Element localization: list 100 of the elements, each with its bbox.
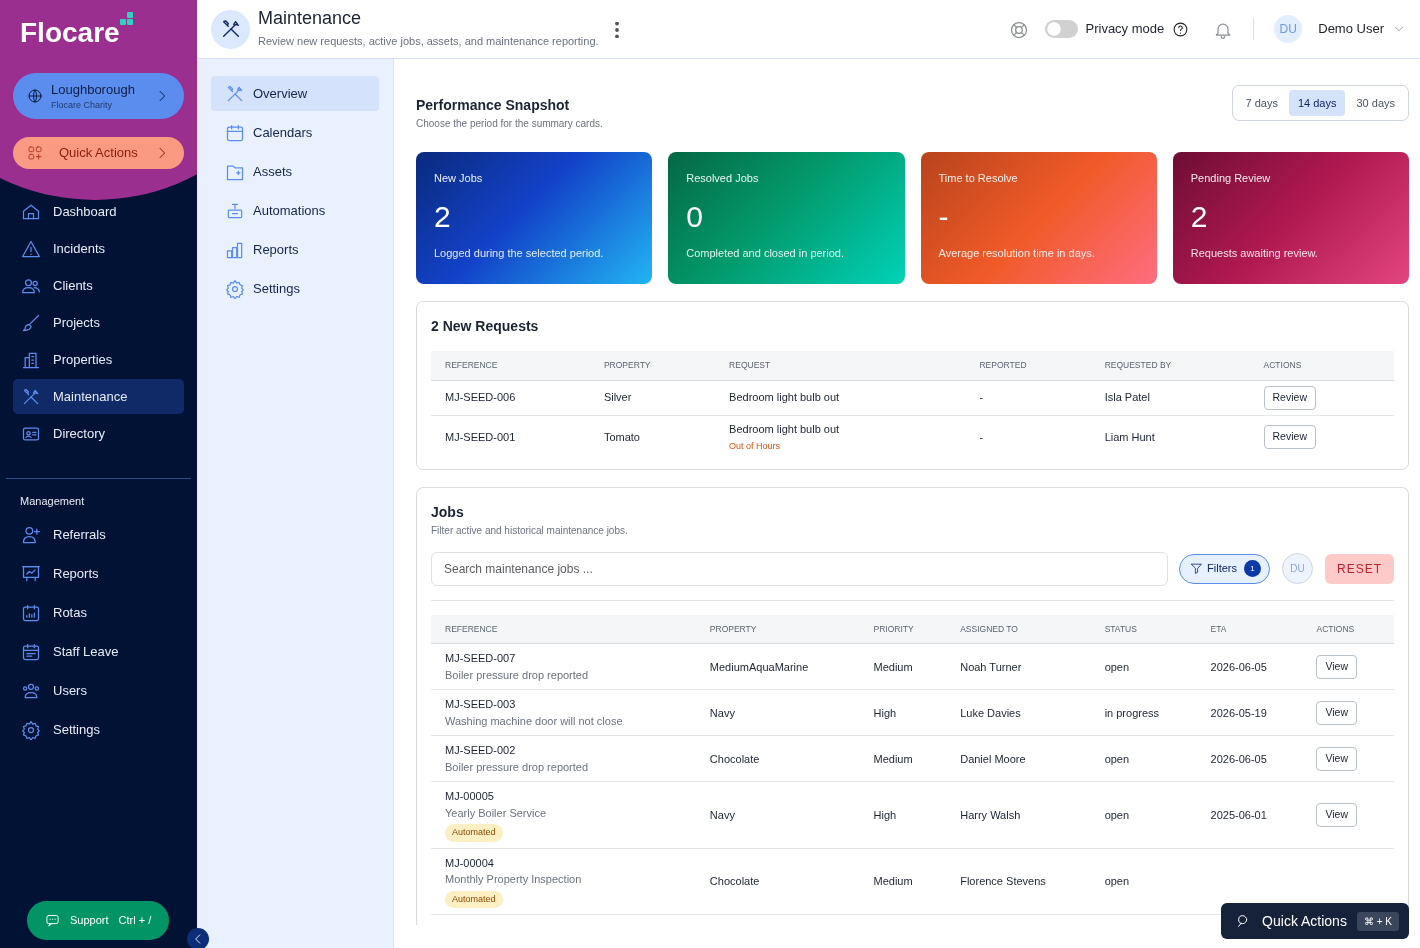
review-button[interactable]: Review [1263, 425, 1316, 449]
sub-nav-item[interactable]: Assets [211, 154, 379, 189]
table-cell: 2026-06-05 [1196, 643, 1303, 690]
organisation-switcher[interactable]: Loughborough Flocare Charity [13, 73, 184, 119]
column-header: REFERENCE [431, 351, 590, 381]
review-button[interactable]: Review [1263, 385, 1316, 410]
stat-title: Pending Review [1190, 171, 1272, 186]
view-button[interactable]: View [1316, 803, 1358, 827]
table-cell: Florence Stevens [946, 848, 1091, 915]
table-cell: 2026-05-19 [1196, 689, 1303, 736]
view-button[interactable]: View [1316, 700, 1358, 725]
section-subtitle: Choose the period for the summary cards. [416, 117, 604, 131]
column-header: ACTIONS [1302, 614, 1394, 644]
sidebar-nav-item[interactable]: Clients [13, 268, 184, 303]
sidebar-nav-item[interactable]: Properties [13, 342, 184, 377]
organisation-name: Loughborough [51, 80, 136, 99]
sidebar-nav-item[interactable]: Projects [13, 305, 184, 340]
job-reference: MJ-SEED-007 [445, 651, 517, 667]
quick-actions-button[interactable]: Quick Actions [13, 137, 184, 169]
stat-value: 2 [1190, 198, 1209, 235]
sidebar-nav-item[interactable]: Directory [13, 416, 184, 451]
job-description: Washing machine door will not close [445, 713, 624, 729]
table-cell: MJ-SEED-006 [431, 380, 590, 415]
job-description: Boiler pressure drop reported [445, 759, 590, 775]
period-option[interactable]: 30 days [1347, 89, 1404, 117]
stat-value: - [938, 198, 950, 235]
privacy-mode-label: Privacy mode [1085, 20, 1165, 39]
filters-button[interactable]: Filters 1 [1179, 553, 1270, 584]
column-header: PROPERTY [589, 351, 716, 381]
stat-value: 0 [686, 198, 704, 235]
sidebar-nav-item[interactable]: Rotas [13, 595, 184, 631]
organisation-subtitle: Flocare Charity [51, 99, 114, 112]
sidebar-nav-item[interactable]: Maintenance [13, 379, 184, 414]
keyboard-shortcut: ⌘ + K [1356, 911, 1399, 931]
sidebar-nav-item[interactable]: Incidents [13, 231, 184, 266]
out-of-hours-tag: Out of Hours [729, 440, 952, 454]
stat-title: New Jobs [434, 171, 484, 186]
page-subtitle: Review new requests, active jobs, assets, and maintenance reporting. [258, 34, 599, 50]
table-cell: Tomato [589, 415, 716, 459]
automated-badge: Automated [445, 890, 503, 909]
table-cell: open [1090, 643, 1197, 690]
sidebar-nav-item[interactable]: Reports [13, 556, 184, 592]
filter-count-badge: 1 [1244, 560, 1261, 577]
sub-nav-item[interactable]: Settings [211, 271, 379, 306]
card-title: 2 New Requests [431, 317, 540, 336]
sub-nav-item[interactable]: Calendars [211, 115, 379, 150]
section-heading: Management [20, 494, 86, 509]
job-description: Yearly Boiler Service [445, 805, 548, 821]
stat-value: 2 [434, 198, 452, 235]
table-cell: High [859, 689, 947, 736]
table-cell: - [965, 415, 1091, 459]
sidebar-nav-item[interactable]: Referrals [13, 517, 184, 553]
table-cell: open [1090, 735, 1197, 782]
stat-caption: Logged during the selected period. [434, 245, 605, 261]
user-avatar: DU [1274, 15, 1303, 43]
column-header: REQUESTED BY [1090, 351, 1250, 381]
table-cell: Noah Turner [946, 643, 1091, 690]
table-cell: High [859, 781, 947, 849]
table-cell: in progress [1090, 689, 1197, 736]
search-field[interactable]: Search maintenance jobs ... [431, 551, 1169, 586]
request-text: Bedroom light bulb out [729, 390, 841, 406]
job-reference: MJ-00004 [445, 855, 495, 871]
view-button[interactable]: View [1316, 654, 1358, 679]
reset-button[interactable]: RESET [1325, 553, 1394, 584]
sub-nav-item[interactable]: Reports [211, 232, 379, 267]
period-option[interactable]: 14 days [1288, 89, 1346, 117]
job-reference: MJ-00005 [445, 789, 495, 805]
sidebar-nav-item[interactable]: Users [13, 673, 184, 709]
card-subtitle: Filter active and historical maintenance jobs. [431, 523, 629, 538]
table-cell: Medium [859, 643, 947, 690]
column-header: ACTIONS [1249, 351, 1394, 381]
table-cell: Liam Hunt [1090, 415, 1250, 459]
section-title: Performance Snapshot [416, 96, 571, 115]
table-cell: Navy [695, 781, 860, 849]
period-option[interactable]: 7 days [1236, 89, 1287, 117]
support-button[interactable]: Support Ctrl + / [27, 901, 170, 940]
table-cell: Isla Patel [1090, 380, 1250, 415]
sidebar-nav-item[interactable]: Dashboard [13, 194, 184, 229]
stat-caption: Completed and closed in period. [686, 245, 845, 261]
view-button[interactable]: View [1316, 746, 1358, 771]
sidebar-nav-item[interactable]: Staff Leave [13, 634, 184, 670]
sub-nav-item[interactable]: Automations [211, 193, 379, 228]
sub-nav-item[interactable]: Overview [211, 76, 379, 111]
column-header: ASSIGNED TO [946, 614, 1091, 644]
job-description: Boiler pressure drop reported [445, 667, 590, 683]
table-cell: - [965, 380, 1091, 415]
job-description: Monthly Property Inspection [445, 872, 583, 888]
sidebar-nav-item[interactable]: Settings [13, 712, 184, 748]
page-title: Maintenance [258, 8, 363, 31]
table-cell: MediumAquaMarine [695, 643, 860, 690]
brand-logo: Flocare [20, 12, 134, 54]
table-cell: Daniel Moore [946, 735, 1091, 782]
stat-title: Resolved Jobs [686, 171, 760, 186]
user-menu-button[interactable]: Demo User [1318, 19, 1406, 39]
column-header: ETA [1196, 614, 1303, 644]
column-header: PRIORITY [859, 614, 947, 644]
column-header: REQUEST [715, 351, 966, 381]
table-cell: Navy [695, 689, 860, 736]
quick-actions-popup[interactable]: Quick Actions ⌘ + K [1221, 903, 1409, 939]
table-cell: 2026-06-05 [1196, 735, 1303, 782]
